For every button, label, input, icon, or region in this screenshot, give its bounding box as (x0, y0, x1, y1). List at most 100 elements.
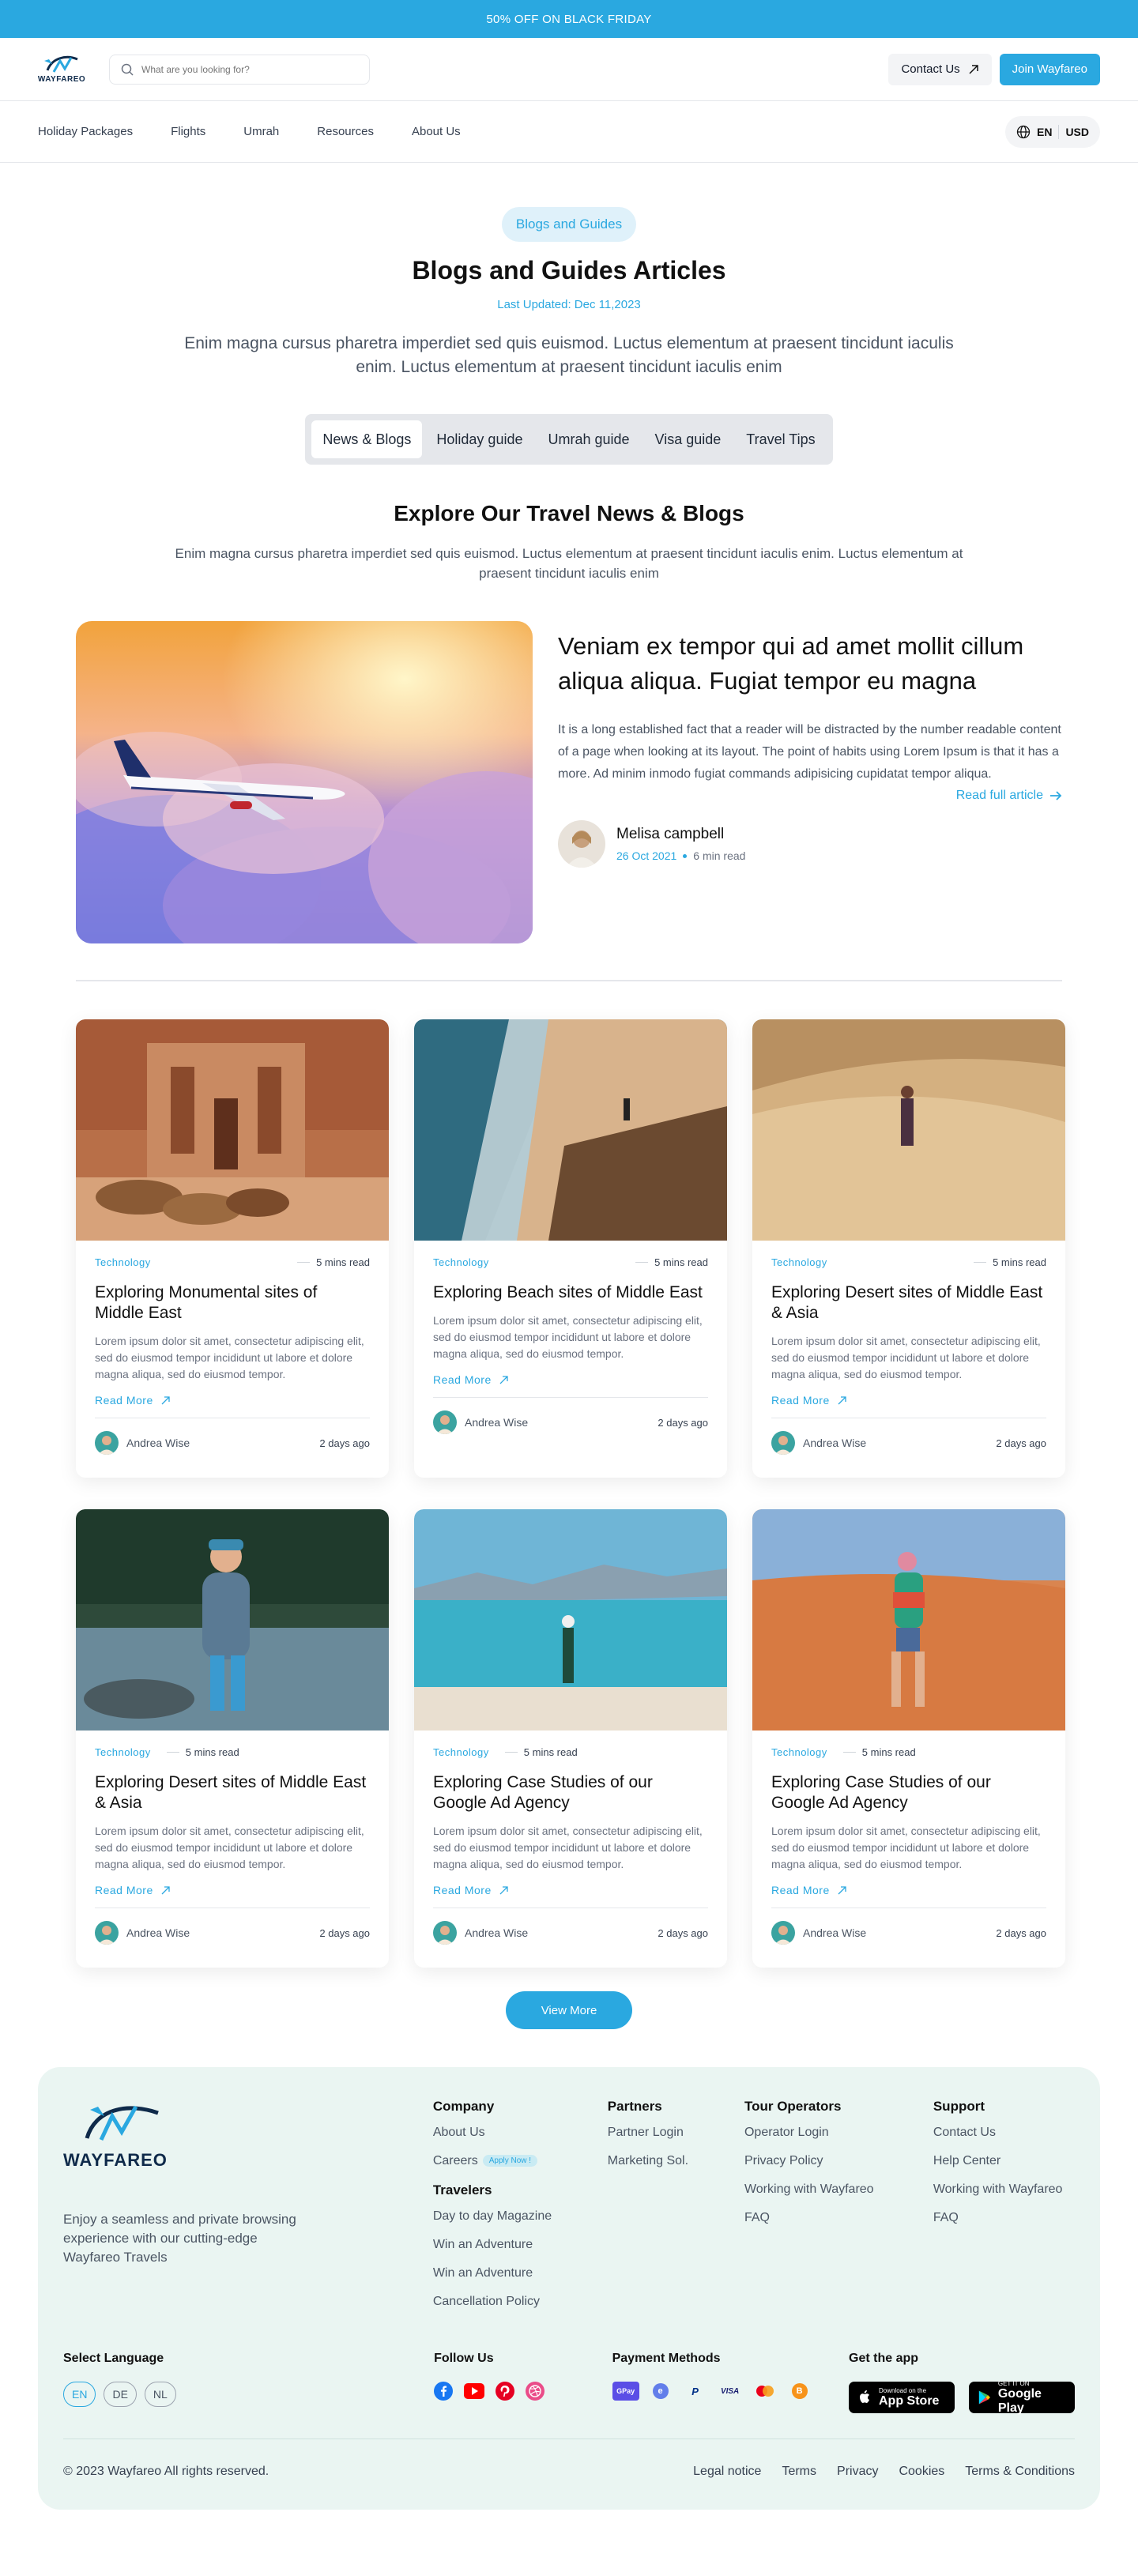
footer-link-magazine[interactable]: Day to day Magazine (433, 2209, 608, 2224)
legal-notice-link[interactable]: Legal notice (693, 2465, 761, 2479)
read-more-label: Read More (95, 1884, 153, 1896)
card-category[interactable]: Technology (433, 1256, 489, 1268)
footer-link-about[interactable]: About Us (433, 2126, 608, 2140)
tab-holiday-guide[interactable]: Holiday guide (425, 420, 533, 458)
card-category[interactable]: Technology (771, 1746, 827, 1758)
terms-conditions-link[interactable]: Terms & Conditions (965, 2465, 1075, 2479)
card-category[interactable]: Technology (95, 1746, 151, 1758)
beach-cliff-image (414, 1019, 727, 1241)
footer-link-marketing[interactable]: Marketing Sol. (608, 2154, 744, 2168)
footer-link-working-with-2[interactable]: Working with Wayfareo (933, 2182, 1075, 2197)
card-category[interactable]: Technology (771, 1256, 827, 1268)
youtube-icon[interactable] (464, 2383, 485, 2399)
person-avatar-icon (433, 1921, 457, 1945)
beach-shore-image (414, 1509, 727, 1731)
article-card[interactable]: Technology 5 mins read Exploring Desert s… (752, 1019, 1065, 1478)
nav-item-about-us[interactable]: About Us (412, 125, 461, 138)
tab-visa-guide[interactable]: Visa guide (644, 420, 733, 458)
category-tabs: News & Blogs Holiday guide Umrah guide V… (305, 414, 833, 465)
card-title[interactable]: Exploring Case Studies of our Google Ad … (433, 1772, 708, 1813)
footer-link-partner-login[interactable]: Partner Login (608, 2126, 744, 2140)
footer-link-win-adventure-2[interactable]: Win an Adventure (433, 2266, 608, 2280)
tab-travel-tips[interactable]: Travel Tips (735, 420, 826, 458)
hero-description: Enim magna cursus pharetra imperdiet sed… (184, 334, 954, 376)
dribbble-icon[interactable] (526, 2382, 545, 2401)
arrow-up-right-icon (838, 1395, 846, 1404)
article-card[interactable]: Technology 5 mins read Exploring Desert s… (76, 1509, 389, 1968)
read-more-link[interactable]: Read More (95, 1394, 370, 1407)
search-input[interactable] (141, 63, 358, 75)
card-category[interactable]: Technology (433, 1746, 489, 1758)
language-label: EN (1036, 125, 1053, 138)
language-option-nl[interactable]: NL (144, 2382, 176, 2407)
mastercard-icon (752, 2382, 778, 2401)
card-image (76, 1509, 389, 1731)
card-title[interactable]: Exploring Case Studies of our Google Ad … (771, 1772, 1046, 1813)
nav-item-flights[interactable]: Flights (171, 125, 205, 138)
footer-link-contact[interactable]: Contact Us (933, 2126, 1075, 2140)
card-title[interactable]: Exploring Beach sites of Middle East (433, 1282, 708, 1303)
tab-umrah-guide[interactable]: Umrah guide (537, 420, 640, 458)
read-more-link[interactable]: Read More (771, 1884, 1046, 1896)
read-more-link[interactable]: Read More (433, 1884, 708, 1896)
footer-link-faq[interactable]: FAQ (744, 2211, 933, 2225)
footer-logo[interactable]: WAYFAREO (63, 2099, 174, 2171)
footer-link-working-with[interactable]: Working with Wayfareo (744, 2182, 933, 2197)
cookies-link[interactable]: Cookies (899, 2465, 944, 2479)
language-option-de[interactable]: DE (104, 2382, 137, 2407)
join-button[interactable]: Join Wayfareo (999, 53, 1100, 85)
card-title[interactable]: Exploring Desert sites of Middle East & … (95, 1772, 370, 1813)
footer-travelers-heading: Travelers (432, 2182, 492, 2198)
footer-link-help[interactable]: Help Center (933, 2154, 1075, 2168)
article-grid: Technology 5 mins read Exploring Monument… (76, 1019, 1065, 1968)
read-more-link[interactable]: Read More (771, 1394, 1046, 1407)
footer-link-careers[interactable]: Careers Apply Now ! (433, 2154, 608, 2168)
read-more-link[interactable]: Read More (95, 1884, 370, 1896)
app-store-badge[interactable]: Download on the App Store (849, 2382, 955, 2413)
section-title: Explore Our Travel News & Blogs (394, 501, 744, 525)
search-box[interactable] (109, 54, 370, 85)
footer-link-privacy-policy[interactable]: Privacy Policy (744, 2154, 933, 2168)
read-more-link[interactable]: Read More (433, 1373, 708, 1386)
pinterest-icon[interactable] (496, 2382, 515, 2401)
card-title[interactable]: Exploring Desert sites of Middle East & … (771, 1282, 1046, 1324)
avatar (95, 1921, 119, 1945)
logo-text: WAYFAREO (37, 75, 86, 84)
person-avatar-icon (558, 820, 605, 868)
facebook-icon[interactable] (434, 2382, 454, 2401)
nav-item-umrah[interactable]: Umrah (243, 125, 279, 138)
nav-item-holiday-packages[interactable]: Holiday Packages (38, 125, 133, 138)
last-updated: Last Updated: Dec 11,2023 (497, 298, 641, 311)
article-card[interactable]: Technology 5 mins read Exploring Case Stu… (414, 1509, 727, 1968)
tab-news-blogs[interactable]: News & Blogs (311, 420, 423, 458)
featured-image[interactable] (76, 621, 533, 943)
article-card[interactable]: Technology 5 mins read Exploring Case Stu… (752, 1509, 1065, 1968)
view-more-button[interactable]: View More (506, 1991, 632, 2029)
featured-title[interactable]: Veniam ex tempor qui ad amet mollit cill… (558, 629, 1062, 699)
footer-link-faq-2[interactable]: FAQ (933, 2211, 1075, 2225)
footer-link-cancellation[interactable]: Cancellation Policy (433, 2295, 608, 2309)
locale-switcher[interactable]: EN USD (1004, 115, 1100, 148)
footer-support-heading: Support (933, 2099, 985, 2114)
gpay-icon: GPay (612, 2382, 639, 2401)
card-read-time: 5 mins read (167, 1746, 239, 1758)
article-card[interactable]: Technology 5 mins read Exploring Monument… (76, 1019, 389, 1478)
person-avatar-icon (95, 1431, 119, 1455)
read-full-article-link[interactable]: Read full article (558, 789, 1062, 803)
card-time-ago: 2 days ago (996, 1926, 1046, 1939)
contact-us-button[interactable]: Contact Us (888, 53, 992, 85)
brand-logo[interactable]: WAYFAREO (38, 55, 85, 84)
privacy-link[interactable]: Privacy (837, 2465, 878, 2479)
terms-link[interactable]: Terms (782, 2465, 816, 2479)
post-date: 26 Oct 2021 (616, 849, 677, 862)
card-category[interactable]: Technology (95, 1256, 151, 1268)
article-card[interactable]: Technology 5 mins read Exploring Beach si… (414, 1019, 727, 1478)
footer-link-operator-login[interactable]: Operator Login (744, 2126, 933, 2140)
footer-link-win-adventure[interactable]: Win an Adventure (433, 2238, 608, 2252)
language-option-en[interactable]: EN (63, 2382, 96, 2407)
card-title[interactable]: Exploring Monumental sites of Middle Eas… (95, 1282, 370, 1324)
hiker-river-image (76, 1509, 389, 1731)
nav-item-resources[interactable]: Resources (317, 125, 374, 138)
apply-now-badge: Apply Now ! (482, 2155, 538, 2167)
google-play-badge[interactable]: GET IT ON Google Play (969, 2380, 1075, 2415)
